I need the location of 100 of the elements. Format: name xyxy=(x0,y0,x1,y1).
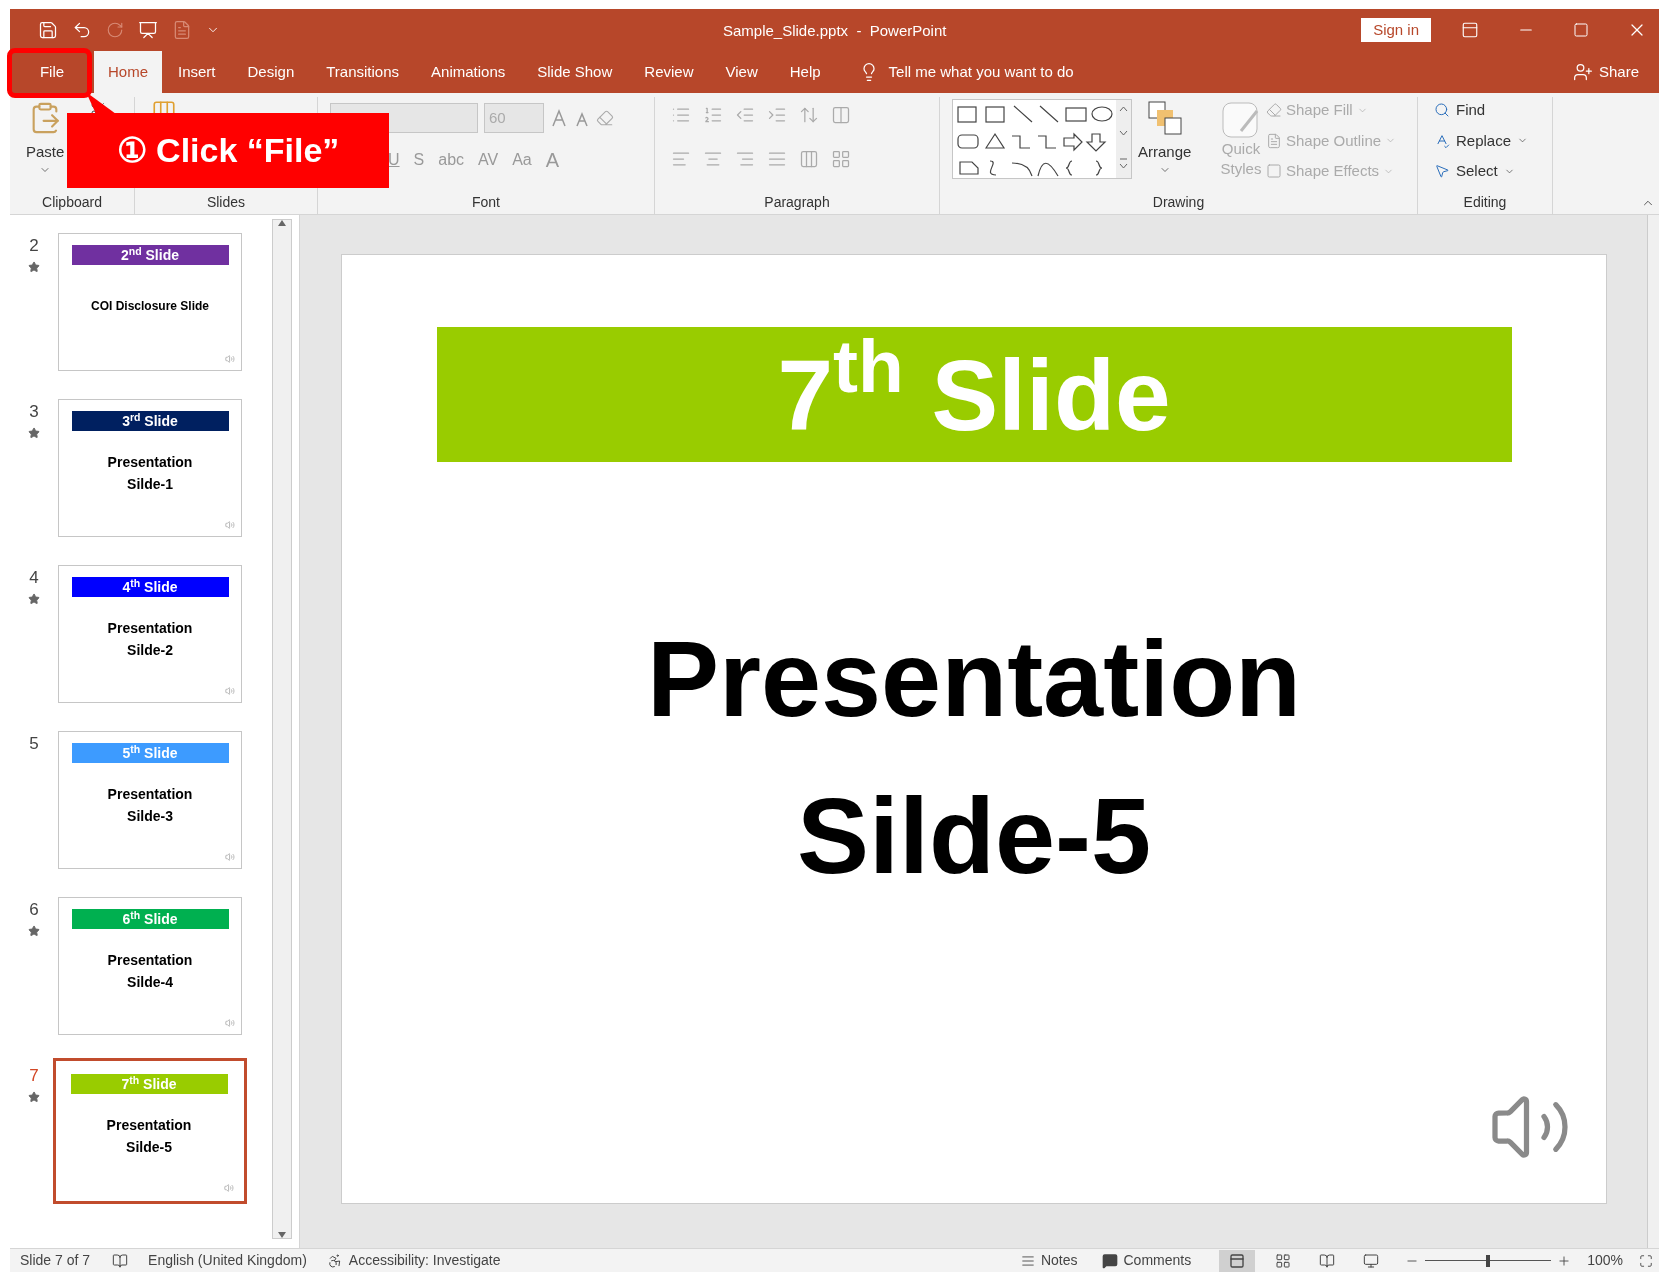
reading-view-icon[interactable] xyxy=(1319,1252,1336,1269)
slide-thumbnail[interactable]: 2$^{nd}$ Slide COI Disclosure Slide xyxy=(58,233,242,371)
scroll-up-icon[interactable] xyxy=(278,220,286,226)
undo-icon[interactable] xyxy=(72,20,92,40)
slide-thumbnail[interactable]: 3$^{rd}$ Slide Presentation Silde-1 xyxy=(58,399,242,537)
line-spacing-icon[interactable] xyxy=(799,105,819,125)
slide-text: Silde-5 xyxy=(126,1138,172,1157)
slideshow-icon[interactable] xyxy=(1363,1252,1380,1269)
grow-font-icon[interactable] xyxy=(550,108,568,128)
slide-thumbnail[interactable]: 5$^{th}$ Slide Presentation Silde-3 xyxy=(58,731,242,869)
eraser-icon[interactable] xyxy=(596,109,614,127)
numbering-icon[interactable] xyxy=(703,105,723,125)
slide-number: 2 xyxy=(29,235,39,257)
slide-text: Silde-2 xyxy=(127,641,173,660)
ribbon-tab[interactable]: Review xyxy=(628,51,710,93)
redo-icon[interactable] xyxy=(106,21,124,39)
pointer-icon[interactable] xyxy=(1434,163,1450,180)
search-icon[interactable] xyxy=(1434,102,1450,119)
save-icon[interactable] xyxy=(38,20,58,40)
editing-button[interactable]: Select xyxy=(1456,160,1498,183)
scrollbar[interactable] xyxy=(1647,215,1659,1248)
ribbon-tab[interactable]: Insert xyxy=(162,51,232,93)
group-label: Font xyxy=(472,192,500,212)
zoom-percentage[interactable]: 100% xyxy=(1587,1250,1623,1271)
slide-title: 4$^{th}$ Slide xyxy=(122,580,178,594)
ribbon-tab[interactable]: Design xyxy=(231,51,311,93)
ribbon-display-icon[interactable] xyxy=(1461,21,1479,39)
comments-icon[interactable] xyxy=(1101,1252,1118,1269)
ribbon-tab[interactable]: File xyxy=(10,51,94,93)
share-button[interactable]: Share xyxy=(1598,60,1639,84)
quick-styles-icon[interactable] xyxy=(1221,101,1261,139)
scroll-down-icon[interactable] xyxy=(278,1232,286,1238)
speaker-icon xyxy=(225,686,235,696)
slide-title: 5$^{th}$ Slide xyxy=(122,746,178,760)
slide-thumbnail[interactable]: 6$^{th}$ Slide Presentation Silde-4 xyxy=(58,897,242,1035)
slide-number: 7 xyxy=(29,1065,39,1087)
normal-view-button[interactable] xyxy=(1219,1249,1256,1272)
language-status[interactable]: English (United Kingdom) xyxy=(148,1250,307,1271)
slide-text: Silde-1 xyxy=(127,475,173,494)
slide-thumbnail[interactable]: 4$^{th}$ Slide Presentation Silde-2 xyxy=(58,565,242,703)
slide-thumbnail[interactable]: 7$^{th}$ Slide Presentation Silde-5 xyxy=(53,1058,247,1204)
sign-in-button[interactable]: Sign in xyxy=(1361,18,1431,42)
arrange-icon[interactable] xyxy=(1147,101,1182,135)
slide-number: 6 xyxy=(29,899,39,921)
slide-title: 6$^{th}$ Slide xyxy=(122,912,178,926)
shape-effects-icon[interactable] xyxy=(1266,163,1282,180)
text-direction-icon[interactable] xyxy=(831,105,851,125)
scrollbar[interactable] xyxy=(272,219,292,1239)
presentation-icon[interactable] xyxy=(138,20,158,40)
group-label: Drawing xyxy=(1152,192,1205,212)
paste-button[interactable]: Paste xyxy=(26,141,65,164)
slide-title: 3$^{rd}$ Slide xyxy=(122,414,178,428)
speaker-icon xyxy=(224,1183,234,1193)
editing-button[interactable]: Find xyxy=(1456,99,1486,122)
slide-title: 7$^{th}$ Slide xyxy=(777,339,1171,450)
slide-title: 2$^{nd}$ Slide xyxy=(121,248,179,262)
accessibility-status[interactable]: Accessibility: Investigate xyxy=(348,1250,501,1271)
smartart-icon[interactable] xyxy=(831,149,851,169)
maximize-icon[interactable] xyxy=(1573,22,1589,38)
notes-icon[interactable] xyxy=(1020,1253,1035,1268)
normal-view-icon xyxy=(1229,1252,1246,1269)
ribbon-tab[interactable]: Home xyxy=(94,51,162,93)
comments-button[interactable]: Comments xyxy=(1123,1250,1192,1271)
ribbon-tab[interactable]: Transitions xyxy=(310,51,416,93)
notes-button[interactable]: Notes xyxy=(1040,1250,1078,1271)
zoom-slider[interactable] xyxy=(1425,1253,1552,1268)
slide-count: Slide 7 of 7 xyxy=(20,1251,91,1270)
arrange-button[interactable]: Arrange xyxy=(1138,141,1192,164)
callout-text: ① Click “File” xyxy=(116,130,340,171)
tell-me-field[interactable]: Tell me what you want to do xyxy=(888,60,1074,84)
slide-number: 3 xyxy=(29,401,39,423)
fit-to-window-icon[interactable] xyxy=(1639,1253,1653,1268)
accessibility-icon[interactable] xyxy=(326,1252,343,1269)
editing-button[interactable]: Replace xyxy=(1456,129,1512,152)
slide-text: Presentation xyxy=(107,951,193,970)
speaker-icon xyxy=(225,852,235,862)
speaker-icon xyxy=(225,520,235,530)
ribbon-tab[interactable]: Help xyxy=(773,51,837,93)
document-icon[interactable] xyxy=(172,20,192,40)
shapes-gallery[interactable] xyxy=(952,99,1132,179)
slide-title: 7$^{th}$ Slide xyxy=(121,1077,177,1091)
slide-text: Presentation xyxy=(107,785,193,804)
ribbon-tab[interactable]: Slide Show xyxy=(521,51,629,93)
slide-text: Silde-3 xyxy=(127,807,173,826)
columns-icon[interactable] xyxy=(799,149,819,169)
window-title: Sample_Slide.pptx - PowerPoint xyxy=(723,22,947,39)
speaker-icon xyxy=(225,1018,235,1028)
share-icon[interactable] xyxy=(1572,62,1593,82)
replace-icon[interactable] xyxy=(1434,132,1450,149)
group-label: Paragraph xyxy=(764,192,830,212)
slide-number: 5 xyxy=(29,733,39,755)
slide-text: Presentation xyxy=(107,453,193,472)
slide-sorter-icon[interactable] xyxy=(1275,1252,1292,1269)
group-label: Clipboard xyxy=(42,192,102,212)
ribbon-tab[interactable]: Animations xyxy=(415,51,522,93)
ribbon-tab[interactable]: View xyxy=(709,51,774,93)
zoom-slider-thumb[interactable] xyxy=(1486,1254,1491,1267)
zoom-in-icon[interactable] xyxy=(1557,1253,1572,1268)
slide-text: Silde-4 xyxy=(127,973,173,992)
slide-text: Presentation xyxy=(107,619,193,638)
